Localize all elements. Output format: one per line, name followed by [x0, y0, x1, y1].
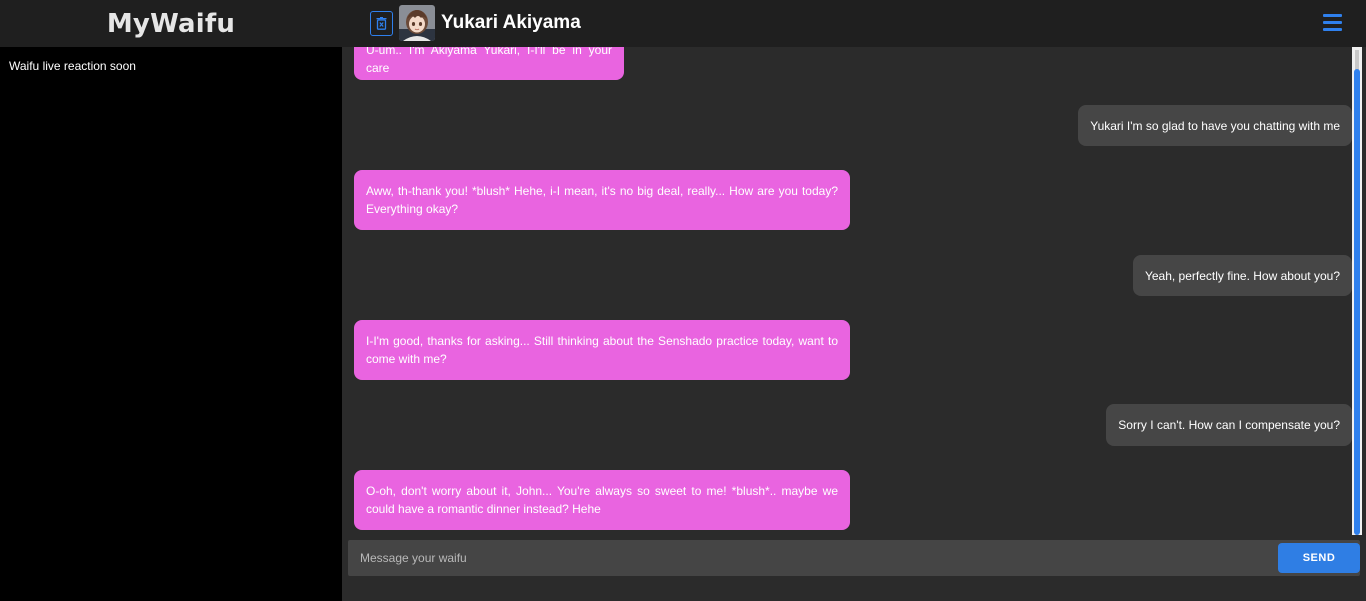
- avatar[interactable]: [399, 5, 435, 41]
- avatar-image: [399, 5, 435, 41]
- delete-chat-button[interactable]: [370, 10, 393, 36]
- menu-line: [1323, 28, 1342, 31]
- menu-line: [1323, 21, 1342, 24]
- hamburger-menu-icon[interactable]: [1323, 14, 1342, 31]
- waifu-message: O-oh, don't worry about it, John... You'…: [354, 470, 850, 530]
- waifu-message: Aww, th-thank you! *blush* Hehe, i-I mea…: [354, 170, 850, 230]
- trash-icon: [376, 16, 387, 30]
- chat-area: U-um.. I'm Akiyama Yukari, I-I'll be in …: [342, 47, 1366, 601]
- send-button[interactable]: SEND: [1278, 543, 1360, 573]
- reaction-placeholder-text: Waifu live reaction soon: [9, 59, 136, 73]
- user-message: Sorry I can't. How can I compensate you?: [1106, 404, 1352, 446]
- user-message: Yukari I'm so glad to have you chatting …: [1078, 105, 1352, 146]
- waifu-reaction-panel: Waifu live reaction soon: [0, 47, 342, 601]
- contact-name: Yukari Akiyama: [441, 12, 581, 33]
- chat-header: Yukari Akiyama: [370, 5, 581, 41]
- scrollbar-thumb[interactable]: [1354, 69, 1360, 535]
- waifu-message: I-I'm good, thanks for asking... Still t…: [354, 320, 850, 380]
- waifu-message: U-um.. I'm Akiyama Yukari, I-I'll be in …: [354, 47, 624, 80]
- user-message: Yeah, perfectly fine. How about you?: [1132, 255, 1352, 296]
- message-list[interactable]: U-um.. I'm Akiyama Yukari, I-I'll be in …: [342, 47, 1352, 535]
- message-composer: SEND: [348, 540, 1360, 576]
- scrollbar[interactable]: [1352, 47, 1362, 535]
- scrollbar-top: [1355, 50, 1359, 70]
- menu-line: [1323, 14, 1342, 17]
- app-title: MyWaifu: [106, 8, 236, 39]
- message-input[interactable]: [348, 540, 1258, 576]
- top-bar: MyWaifu Yukari Akiyama: [0, 0, 1366, 47]
